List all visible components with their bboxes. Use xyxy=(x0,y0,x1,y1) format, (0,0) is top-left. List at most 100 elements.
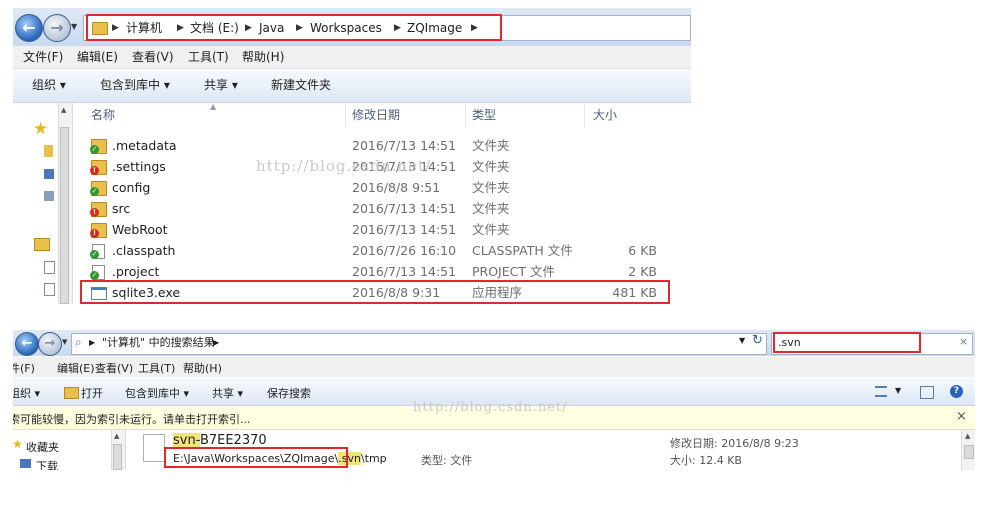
scroll-up-icon[interactable]: ▲ xyxy=(965,432,970,440)
file-icon xyxy=(143,434,165,462)
menu-file[interactable]: 件(F) xyxy=(13,360,35,376)
back-button[interactable]: ← xyxy=(15,332,39,356)
file-row[interactable]: ✓ config 2016/8/8 9:51 文件夹 xyxy=(89,177,679,198)
clear-search-icon[interactable]: × xyxy=(959,335,968,348)
close-icon[interactable]: × xyxy=(956,409,967,424)
file-name: .classpath xyxy=(112,243,176,258)
forward-button[interactable]: → xyxy=(38,332,62,356)
folder-icon[interactable] xyxy=(44,145,53,157)
breadcrumb-workspaces[interactable]: Workspaces xyxy=(310,17,382,39)
include-in-library-button[interactable]: 包含到库中 ▾ xyxy=(100,69,170,102)
menu-view[interactable]: 查看(V) xyxy=(132,46,174,68)
menu-edit[interactable]: 编辑(E) xyxy=(77,46,118,68)
preview-pane-icon[interactable] xyxy=(920,386,934,399)
file-row[interactable]: ! src 2016/7/13 14:51 文件夹 xyxy=(89,198,679,219)
breadcrumb-computer[interactable]: 计算机 xyxy=(126,17,162,39)
file-type: 文件夹 xyxy=(472,138,510,153)
recent-pages-dropdown-icon[interactable]: ▼ xyxy=(71,22,77,31)
title-bar: ← → ▼ ⌕ ▶ "计算机" 中的搜索结果 ▶ ▼ ↻ .svn × xyxy=(13,330,975,356)
file-type: PROJECT 文件 xyxy=(472,264,555,279)
navigation-scrollbar[interactable]: ▲ xyxy=(111,430,126,470)
file-size: 6 KB xyxy=(628,243,657,258)
breadcrumb-arrow-icon[interactable]: ▶ xyxy=(112,17,119,39)
help-icon[interactable]: ? xyxy=(950,385,963,398)
share-button[interactable]: 共享 ▾ xyxy=(212,385,243,401)
include-in-library-button[interactable]: 包含到库中 ▾ xyxy=(125,385,189,401)
scroll-thumb[interactable] xyxy=(964,445,974,459)
column-size[interactable]: 大小 xyxy=(593,103,617,127)
menu-edit[interactable]: 编辑(E) xyxy=(57,360,95,376)
result-name-rest: B7EE2370 xyxy=(199,433,267,448)
file-name: .project xyxy=(112,264,160,279)
new-folder-button[interactable]: 新建文件夹 xyxy=(271,69,331,102)
folder-svn-modified-icon: ! xyxy=(90,202,107,217)
menu-bar: 件(F) 编辑(E) 查看(V) 工具(T) 帮助(H) xyxy=(13,357,975,377)
sidebar-item-downloads[interactable]: 下载 xyxy=(36,458,58,470)
organize-button[interactable]: 组织 ▾ xyxy=(13,385,40,401)
file-svn-ok-icon: ✓ xyxy=(90,265,105,280)
libraries-icon[interactable] xyxy=(34,238,50,251)
result-path-end: \tmp xyxy=(360,452,387,465)
breadcrumb-arrow-icon[interactable]: ▶ xyxy=(177,17,184,39)
back-button[interactable]: ← xyxy=(15,14,43,42)
column-type[interactable]: 类型 xyxy=(472,103,496,127)
breadcrumb-java[interactable]: Java xyxy=(259,17,284,39)
menu-file[interactable]: 文件(F) xyxy=(23,46,63,68)
file-date: 2016/7/13 14:51 xyxy=(352,201,457,216)
sidebar-item-favorites[interactable]: 收藏夹 xyxy=(26,439,59,455)
scroll-up-icon[interactable]: ▲ xyxy=(61,106,66,114)
watermark: http://blog.csdn.net/ xyxy=(413,400,568,415)
breadcrumb-search-results[interactable]: "计算机" 中的搜索结果 xyxy=(102,334,215,352)
organize-button[interactable]: 组织 ▾ xyxy=(32,69,66,102)
breadcrumb-drive[interactable]: 文档 (E:) xyxy=(190,17,239,39)
open-button[interactable]: 打开 xyxy=(81,385,103,401)
column-separator[interactable] xyxy=(584,103,585,127)
file-row[interactable]: ✓ .metadata 2016/7/13 14:51 文件夹 xyxy=(89,135,679,156)
folder-icon xyxy=(92,22,108,35)
breadcrumb-arrow-icon[interactable]: ▶ xyxy=(89,334,95,352)
results-scrollbar[interactable]: ▲ xyxy=(961,430,975,470)
file-type: 文件夹 xyxy=(472,180,510,195)
menu-bar: 文件(F) 编辑(E) 查看(V) 工具(T) 帮助(H) xyxy=(13,46,691,69)
view-options-icon[interactable] xyxy=(875,386,887,397)
share-button[interactable]: 共享 ▾ xyxy=(204,69,238,102)
menu-view[interactable]: 查看(V) xyxy=(95,360,133,376)
address-dropdown-icon[interactable]: ▼ xyxy=(739,336,745,345)
scroll-up-icon[interactable]: ▲ xyxy=(114,432,119,440)
column-separator[interactable] xyxy=(465,103,466,127)
column-date[interactable]: 修改日期 xyxy=(352,103,400,127)
file-name: .settings xyxy=(112,159,166,174)
menu-tools[interactable]: 工具(T) xyxy=(138,360,175,376)
breadcrumb-arrow-icon[interactable]: ▶ xyxy=(213,334,219,352)
breadcrumb-zqimage[interactable]: ZQImage xyxy=(407,17,462,39)
explorer-window-folder: ← → ▼ ▶ 计算机 ▶ 文档 (E:) ▶ Java ▶ Workspace… xyxy=(13,8,691,304)
column-separator[interactable] xyxy=(345,103,346,127)
menu-tools[interactable]: 工具(T) xyxy=(188,46,229,68)
recent-pages-dropdown-icon[interactable]: ▼ xyxy=(62,338,67,346)
scroll-thumb[interactable] xyxy=(60,127,69,304)
breadcrumb-arrow-icon[interactable]: ▶ xyxy=(245,17,252,39)
desktop-icon[interactable] xyxy=(44,169,54,179)
file-row[interactable]: ! WebRoot 2016/7/13 14:51 文件夹 xyxy=(89,219,679,240)
svn-ok-badge-icon: ✓ xyxy=(90,145,99,154)
recent-places-icon[interactable] xyxy=(44,191,54,201)
save-search-button[interactable]: 保存搜索 xyxy=(267,385,311,401)
file-row[interactable]: ✓ .classpath 2016/7/26 16:10 CLASSPATH 文… xyxy=(89,240,679,261)
column-name[interactable]: 名称 xyxy=(91,103,115,127)
scroll-thumb[interactable] xyxy=(113,444,122,470)
forward-button[interactable]: → xyxy=(43,14,71,42)
breadcrumb-arrow-icon[interactable]: ▶ xyxy=(296,17,303,39)
favorites-star-icon[interactable]: ★ xyxy=(33,119,48,139)
menu-help[interactable]: 帮助(H) xyxy=(183,360,222,376)
pictures-icon[interactable] xyxy=(44,283,55,296)
menu-help[interactable]: 帮助(H) xyxy=(242,46,284,68)
navigation-scrollbar[interactable]: ▲ xyxy=(58,103,73,304)
svn-modified-badge-icon: ! xyxy=(90,166,99,175)
breadcrumb-arrow-icon[interactable]: ▶ xyxy=(394,17,401,39)
refresh-icon[interactable]: ↻ xyxy=(752,333,763,348)
documents-icon[interactable] xyxy=(44,261,55,274)
search-highlight-box xyxy=(773,332,921,353)
view-dropdown-icon[interactable]: ▼ xyxy=(895,386,901,395)
file-row[interactable]: ✓ .project 2016/7/13 14:51 PROJECT 文件 2 … xyxy=(89,261,679,282)
breadcrumb-arrow-icon[interactable]: ▶ xyxy=(471,17,478,39)
